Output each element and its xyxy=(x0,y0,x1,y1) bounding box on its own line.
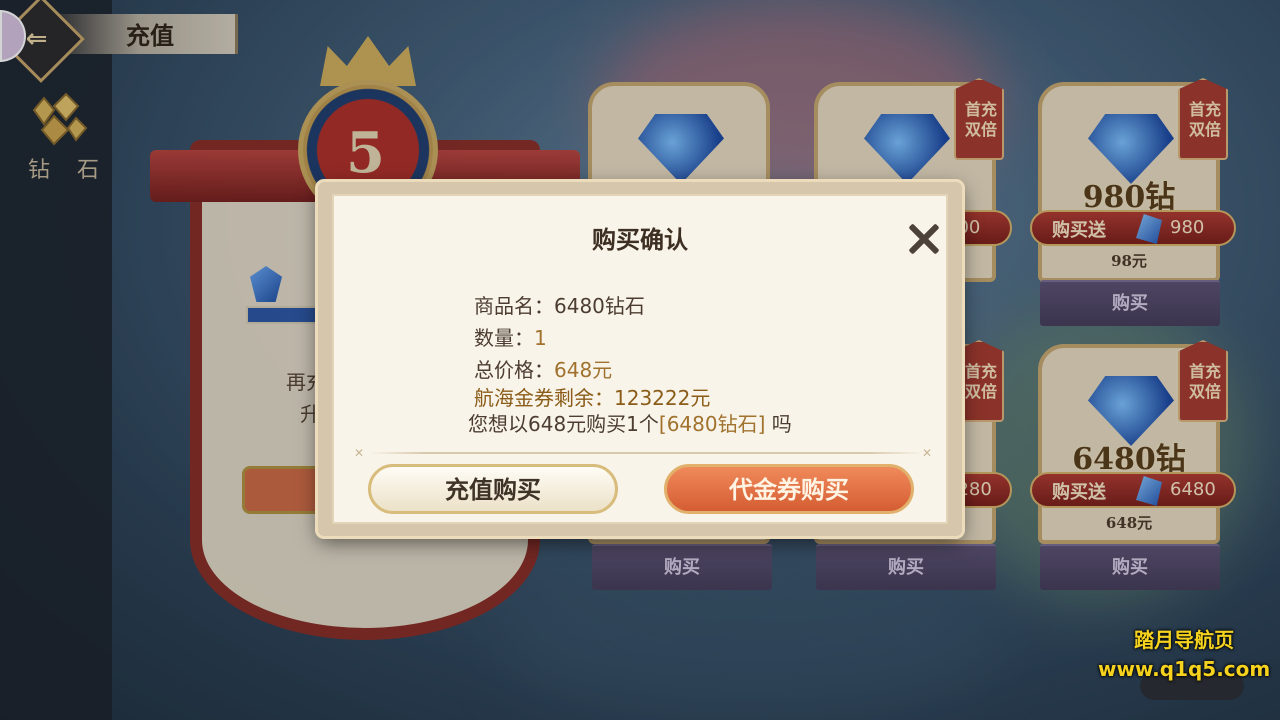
voucher-balance-value: 123222元 xyxy=(614,386,711,410)
voucher-balance-label: 航海金券剩余： xyxy=(474,386,614,410)
total-price-value: 648元 xyxy=(554,358,613,382)
quantity-row: 数量：1 xyxy=(474,322,547,351)
purchase-confirm-dialog: 购买确认 商品名：6480钻石 数量：1 总价格：648元 航海金券剩余：123… xyxy=(318,182,962,536)
confirm-item: [6480钻石] xyxy=(658,412,766,436)
watermark-line2: www.q1q5.com xyxy=(1098,657,1271,681)
confirm-question: 您想以648元购买1个[6480钻石] 吗 xyxy=(468,408,792,437)
total-price-row: 总价格：648元 xyxy=(474,354,612,383)
product-name-row: 商品名：6480钻石 xyxy=(474,290,645,319)
watermark: 踏月导航页 www.q1q5.com xyxy=(1098,624,1270,681)
total-price-label: 总价格： xyxy=(474,358,554,382)
divider-ornament: ✕ xyxy=(354,446,365,460)
product-name-label: 商品名： xyxy=(474,294,554,318)
dialog-panel: 购买确认 商品名：6480钻石 数量：1 总价格：648元 航海金券剩余：123… xyxy=(332,194,948,524)
product-name-value: 6480钻石 xyxy=(554,294,645,318)
divider xyxy=(368,452,924,454)
quantity-value: 1 xyxy=(534,326,547,350)
voucher-balance-row: 航海金券剩余：123222元 xyxy=(474,382,710,411)
dialog-title: 购买确认 xyxy=(592,225,688,254)
voucher-purchase-button[interactable]: 代金券购买 xyxy=(664,464,914,514)
recharge-purchase-button[interactable]: 充值购买 xyxy=(368,464,618,514)
watermark-line1: 踏月导航页 xyxy=(1134,628,1235,652)
close-icon[interactable] xyxy=(906,222,940,256)
divider-ornament: ✕ xyxy=(922,446,933,460)
confirm-suffix: 吗 xyxy=(765,412,792,436)
quantity-label: 数量： xyxy=(474,326,534,350)
confirm-prefix: 您想以648元购买1个 xyxy=(468,412,659,436)
